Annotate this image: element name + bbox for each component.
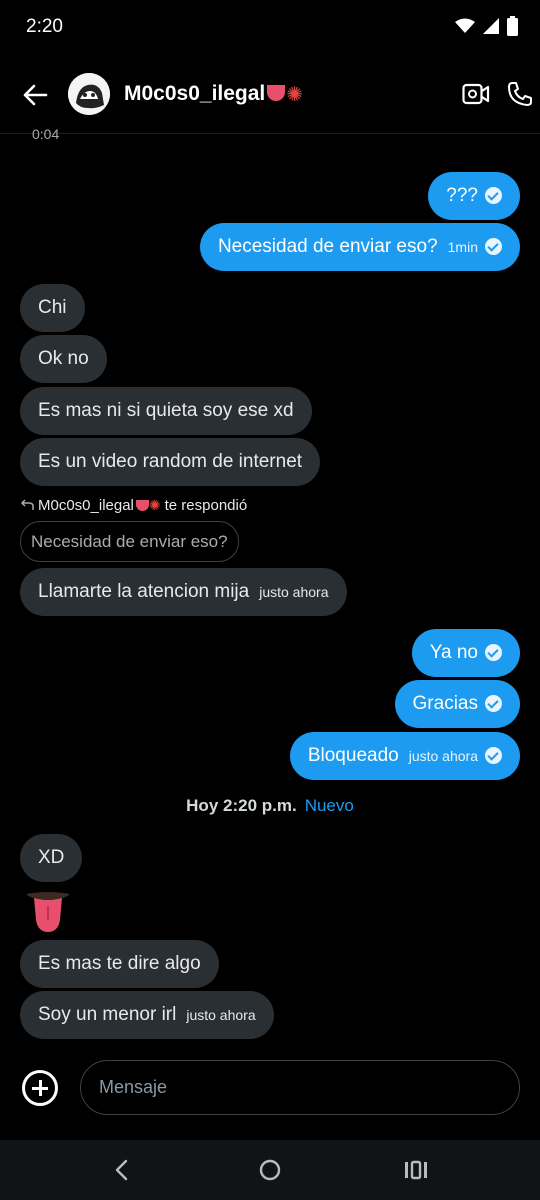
tongue-emoji-icon	[267, 85, 286, 101]
message-outgoing[interactable]: Necesidad de enviar eso? 1min	[199, 223, 520, 271]
plus-circle-icon[interactable]	[22, 1070, 58, 1106]
reply-arrow-icon	[20, 499, 34, 510]
status-time: 2:20	[26, 16, 63, 37]
video-call-button[interactable]	[460, 78, 492, 110]
message-incoming[interactable]: Es un video random de internet	[20, 438, 321, 486]
new-messages-label: Nuevo	[304, 796, 354, 815]
read-check-icon	[485, 187, 502, 204]
message-text: Bloqueado	[307, 745, 399, 766]
message-time: 1min	[447, 239, 478, 255]
nav-recents-icon	[405, 1160, 427, 1180]
system-nav-bar	[0, 1140, 540, 1200]
battery-icon	[507, 16, 518, 36]
message-incoming[interactable]: Chi	[20, 284, 85, 332]
anger-emoji-icon: ✺	[148, 497, 161, 513]
reply-suffix: te respondió	[164, 497, 248, 514]
day-divider-label: Hoy 2:20 p.m.	[186, 796, 297, 815]
message-text: Ok no	[38, 348, 89, 369]
contact-name[interactable]: M0c0s0_ilegal ✺	[124, 82, 303, 107]
message-text: Necesidad de enviar eso?	[217, 236, 438, 257]
nav-recents-button[interactable]	[400, 1154, 432, 1186]
composer	[0, 1060, 540, 1118]
read-check-icon	[485, 747, 502, 764]
anger-emoji-icon: ✺	[286, 84, 304, 106]
status-icons	[455, 16, 518, 36]
message-text: XD	[38, 847, 65, 868]
reply-author: M0c0s0_ilegal	[38, 497, 134, 514]
message-text: Es mas te dire algo	[38, 953, 201, 974]
message-incoming[interactable]: Es mas ni si quieta soy ese xd	[20, 387, 312, 435]
nav-home-icon	[259, 1159, 281, 1181]
read-check-icon	[485, 644, 502, 661]
message-text: Es un video random de internet	[38, 451, 303, 472]
conversation-header: M0c0s0_ilegal ✺	[0, 56, 540, 134]
signal-icon	[483, 18, 499, 34]
status-bar: 2:20	[0, 0, 540, 56]
read-check-icon	[485, 238, 502, 255]
nav-back-icon	[115, 1159, 128, 1181]
quoted-message[interactable]: Necesidad de enviar eso?	[20, 521, 239, 562]
message-time: justo ahora	[186, 1007, 256, 1023]
message-outgoing[interactable]: Gracias	[394, 680, 520, 728]
phone-call-button[interactable]	[504, 78, 536, 110]
message-incoming[interactable]: XD	[20, 834, 83, 882]
message-text: ???	[446, 185, 478, 206]
message-incoming[interactable]: Es mas te dire algo	[20, 940, 219, 988]
avatar[interactable]	[68, 73, 110, 115]
message-time: justo ahora	[259, 584, 329, 600]
message-outgoing[interactable]: Ya no	[411, 629, 520, 677]
back-arrow-icon	[23, 84, 48, 106]
video-call-icon	[462, 83, 490, 105]
message-text: Ya no	[429, 642, 478, 663]
message-incoming[interactable]: Soy un menor irl justo ahora	[20, 991, 274, 1039]
message-time: justo ahora	[408, 748, 478, 764]
nav-back-button[interactable]	[106, 1154, 138, 1186]
message-text: Soy un menor irl	[38, 1004, 177, 1025]
contact-name-text: M0c0s0_ilegal	[124, 82, 266, 105]
day-divider: Hoy 2:20 p.m. Nuevo	[0, 796, 540, 816]
tongue-emoji-icon	[135, 500, 149, 511]
nav-home-button[interactable]	[254, 1154, 286, 1186]
read-check-icon	[485, 695, 502, 712]
message-text: Llamarte la atencion mija	[38, 581, 250, 602]
message-outgoing[interactable]: ???	[428, 172, 520, 220]
partial-timestamp: 0:04	[32, 126, 60, 142]
phone-icon	[508, 82, 532, 106]
message-incoming[interactable]: Llamarte la atencion mija justo ahora	[20, 568, 347, 616]
back-button[interactable]	[18, 78, 52, 112]
message-input[interactable]	[80, 1060, 520, 1115]
message-text: Es mas ni si quieta soy ese xd	[38, 400, 294, 421]
wifi-icon	[455, 18, 475, 33]
message-text: Gracias	[412, 693, 478, 714]
message-text: Chi	[38, 297, 67, 318]
message-incoming[interactable]: Ok no	[20, 335, 107, 383]
tongue-emoji-icon[interactable]	[24, 890, 72, 934]
message-outgoing[interactable]: Bloqueado justo ahora	[289, 732, 520, 780]
reply-header: M0c0s0_ilegal ✺ te respondió	[20, 497, 247, 514]
